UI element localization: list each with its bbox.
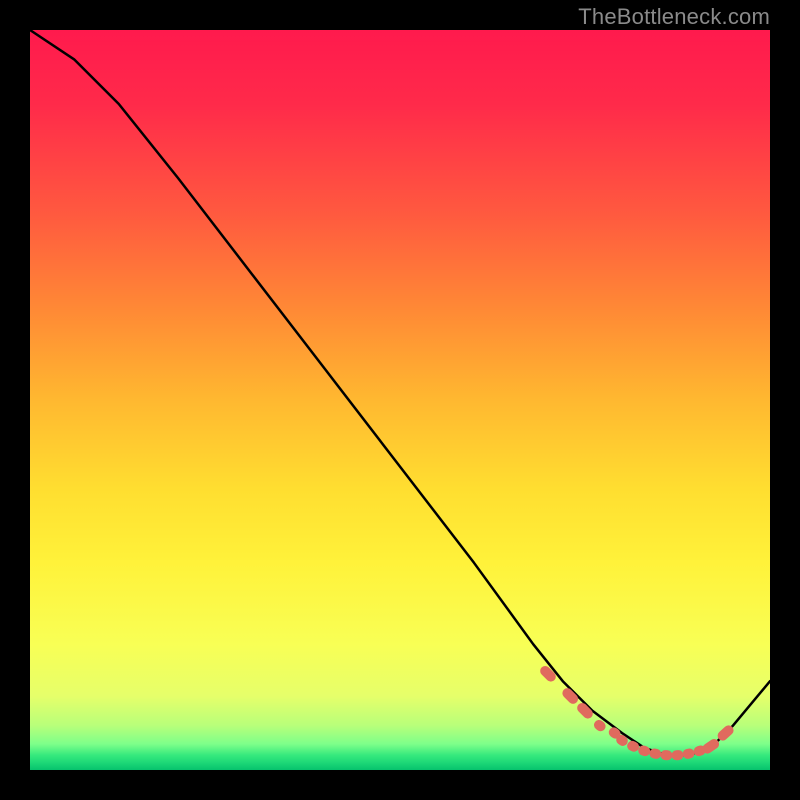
highlight-dot — [538, 664, 558, 684]
watermark-text: TheBottleneck.com — [578, 4, 770, 30]
bottleneck-curve — [30, 30, 770, 755]
highlight-dot — [682, 748, 696, 760]
plot-area — [30, 30, 770, 770]
highlight-dot — [660, 750, 673, 761]
chart-frame: TheBottleneck.com — [0, 0, 800, 800]
curve-layer — [30, 30, 770, 770]
highlight-dot — [560, 686, 580, 706]
highlight-dot — [575, 701, 595, 721]
optimal-range-dots — [538, 664, 736, 761]
highlight-dot — [671, 750, 684, 761]
highlight-dot — [637, 744, 652, 757]
